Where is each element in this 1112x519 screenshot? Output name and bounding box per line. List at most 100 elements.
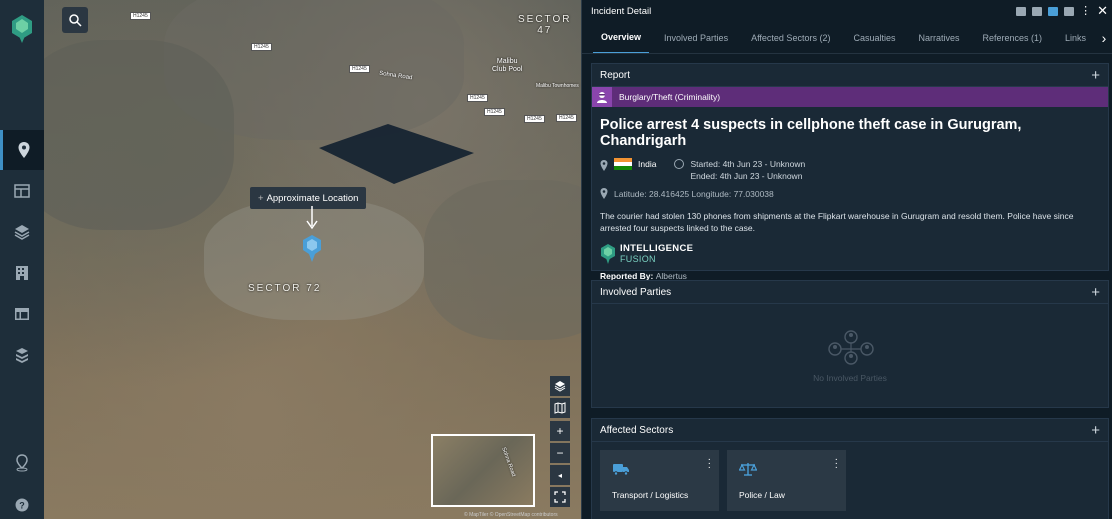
map-label-malibu-town: Malibu Townhomes bbox=[536, 83, 579, 89]
nav-location[interactable] bbox=[0, 443, 44, 483]
more-options-icon[interactable]: · · · bbox=[708, 455, 711, 473]
sector-card-police[interactable]: · · · Police / Law bbox=[727, 450, 846, 511]
nav-help[interactable]: ? bbox=[0, 485, 44, 519]
plus-icon: + bbox=[556, 424, 564, 438]
chevron-right-icon[interactable]: › bbox=[1096, 22, 1112, 53]
road-shield: H1245 bbox=[251, 43, 272, 51]
incident-description: The courier had stolen 130 phones from s… bbox=[600, 211, 1074, 233]
location-pin-icon bbox=[600, 188, 608, 199]
ended-date: Ended: 4th Jun 23 - Unknown bbox=[690, 171, 803, 181]
layers-button[interactable] bbox=[550, 376, 570, 396]
nav-table[interactable] bbox=[0, 294, 44, 334]
started-date: Started: 4th Jun 23 - Unknown bbox=[690, 159, 806, 169]
report-card: Report + Burglary/Theft (Criminality) Po… bbox=[591, 63, 1109, 281]
minimap[interactable]: Sohna Road bbox=[431, 434, 535, 507]
nav-layers[interactable] bbox=[0, 212, 44, 252]
tab-overview[interactable]: Overview bbox=[593, 22, 650, 53]
layers-icon bbox=[554, 381, 566, 392]
add-icon[interactable]: + bbox=[1091, 284, 1100, 301]
road-shield: H1245 bbox=[349, 65, 370, 73]
category-label: Burglary/Theft (Criminality) bbox=[619, 92, 721, 102]
country-label: India bbox=[638, 159, 657, 169]
map-search-button[interactable] bbox=[62, 7, 88, 33]
stack-icon bbox=[16, 348, 28, 363]
road-shield: H1245 bbox=[467, 94, 488, 102]
add-icon[interactable]: + bbox=[1091, 422, 1100, 439]
nav-buildings[interactable] bbox=[0, 253, 44, 293]
date-range: Started: 4th Jun 23 - Unknown Ended: 4th… bbox=[690, 158, 805, 182]
zoom-out-button[interactable]: − bbox=[550, 443, 570, 463]
app-root: ? SECTOR 47 Malibu Club Pool Malibu Town… bbox=[0, 0, 1112, 519]
brand-line-2: FUSION bbox=[620, 254, 656, 264]
approximate-location-label: Approximate Location bbox=[266, 192, 359, 204]
fullscreen-icon bbox=[554, 491, 566, 503]
compass-button[interactable]: ◂ bbox=[550, 465, 570, 485]
location-pin-icon bbox=[16, 454, 28, 472]
map-view[interactable]: SECTOR 47 Malibu Club Pool Malibu Townho… bbox=[44, 0, 581, 519]
nav-map-pin[interactable] bbox=[0, 130, 44, 170]
more-options-icon[interactable]: ⋮ bbox=[1080, 6, 1091, 17]
burglar-icon bbox=[592, 87, 612, 107]
layout-split-icon[interactable] bbox=[1048, 6, 1059, 16]
panel-actions: ⋮ ✕ bbox=[1016, 3, 1112, 19]
tab-references[interactable]: References (1) bbox=[975, 22, 1051, 53]
location-row: India Started: 4th Jun 23 - Unknown Ende… bbox=[592, 149, 1108, 182]
layout-rows-icon[interactable] bbox=[1032, 6, 1043, 16]
road-shield: H1245 bbox=[130, 12, 151, 20]
minimap-road-label: Sohna Road bbox=[500, 446, 517, 478]
nav-stack[interactable] bbox=[0, 335, 44, 375]
intelligence-fusion-logo-icon bbox=[601, 244, 615, 264]
move-icon: + bbox=[258, 192, 264, 204]
zoom-search-icon bbox=[69, 14, 82, 27]
affected-sectors-card: Affected Sectors + · · · Transport / Logis… bbox=[591, 418, 1109, 519]
dark-polygon-overlay bbox=[319, 124, 474, 184]
brand-line-1: INTELLIGENCE bbox=[620, 243, 694, 254]
latlon-text: Latitude: 28.416425 Longitude: 77.030038 bbox=[614, 188, 774, 199]
add-icon[interactable]: + bbox=[1091, 67, 1100, 84]
road-shield: H1245 bbox=[524, 115, 545, 123]
sector-label: Police / Law bbox=[739, 490, 785, 500]
incident-headline: Police arrest 4 suspects in cellphone th… bbox=[600, 117, 1022, 149]
map-attribution: © MapTiler © OpenStreetMap contributors bbox=[464, 512, 558, 518]
tab-narratives[interactable]: Narratives bbox=[910, 22, 967, 53]
logo-icon[interactable] bbox=[10, 14, 34, 44]
map-pin-icon bbox=[18, 142, 29, 158]
report-section-title: Report bbox=[600, 69, 631, 81]
affected-sectors-card-title: Affected Sectors + bbox=[592, 419, 1108, 442]
tab-links[interactable]: Links bbox=[1057, 22, 1094, 53]
layout-full-icon[interactable] bbox=[1016, 6, 1027, 16]
tab-casualties[interactable]: Casualties bbox=[845, 22, 903, 53]
tab-involved-parties[interactable]: Involved Parties bbox=[656, 22, 736, 53]
layout-map-icon[interactable] bbox=[1064, 6, 1075, 16]
scales-icon bbox=[739, 463, 757, 476]
map-label-malibu-club: Malibu Club Pool bbox=[492, 58, 523, 73]
building-icon bbox=[16, 266, 28, 280]
empty-state-text: No Involved Parties bbox=[813, 373, 887, 383]
map-style-button[interactable] bbox=[550, 398, 570, 418]
category-bar: Burglary/Theft (Criminality) bbox=[592, 87, 1108, 107]
involved-parties-card-title: Involved Parties + bbox=[592, 281, 1108, 304]
incident-marker-icon[interactable] bbox=[302, 234, 322, 264]
help-icon: ? bbox=[15, 498, 29, 512]
fullscreen-button[interactable] bbox=[550, 487, 570, 507]
road-shield: H1245 bbox=[484, 108, 505, 116]
involved-parties-section-title: Involved Parties bbox=[600, 286, 672, 298]
map-label-sector-72: SECTOR 72 bbox=[248, 283, 322, 294]
nav-dashboard[interactable] bbox=[0, 171, 44, 211]
more-options-icon[interactable]: · · · bbox=[835, 455, 838, 473]
truck-icon bbox=[613, 464, 629, 476]
close-icon[interactable]: ✕ bbox=[1097, 3, 1108, 19]
compass-icon: ◂ bbox=[557, 470, 562, 480]
arrow-down-icon bbox=[306, 206, 318, 230]
involved-parties-card: Involved Parties + No Involved Parties bbox=[591, 280, 1109, 408]
latlon-row: Latitude: 28.416425 Longitude: 77.030038 bbox=[592, 182, 1108, 199]
tab-affected-sectors[interactable]: Affected Sectors (2) bbox=[743, 22, 838, 53]
urban-area bbox=[424, 180, 581, 340]
sector-card-transport[interactable]: · · · Transport / Logistics bbox=[600, 450, 719, 511]
tab-bar: Overview Involved Parties Affected Secto… bbox=[582, 22, 1112, 54]
map-tools: + − ◂ bbox=[550, 376, 572, 509]
zoom-in-button[interactable]: + bbox=[550, 421, 570, 441]
report-card-title: Report + bbox=[592, 64, 1108, 87]
source-brand: INTELLIGENCE FUSION bbox=[592, 234, 1108, 265]
india-flag-icon bbox=[614, 158, 632, 170]
